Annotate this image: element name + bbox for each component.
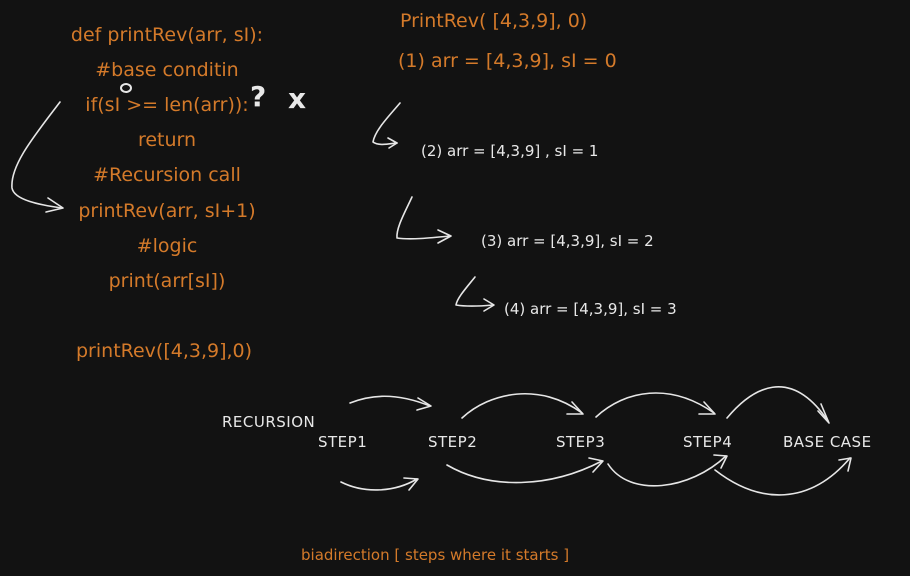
flow-arrow-bottom-1: [340, 478, 418, 491]
flow-arrow-bottom-4: [714, 457, 851, 496]
trace-arrow-1: [372, 102, 401, 146]
loop-arrow-shaft: [11, 101, 63, 209]
flow-arrow-top-2: [461, 392, 583, 419]
flow-arrow-top-4: [726, 386, 829, 422]
flow-arrow-top-3: [595, 392, 715, 418]
loop-arrow-head: [45, 197, 64, 213]
arrows-overlay: [11, 83, 852, 496]
circle-scribble: [120, 83, 132, 93]
flow-arrow-bottom-3: [607, 455, 727, 487]
flow-arrow-bottom-2: [446, 460, 603, 484]
flow-arrow-bottom-2-head: [588, 457, 604, 473]
